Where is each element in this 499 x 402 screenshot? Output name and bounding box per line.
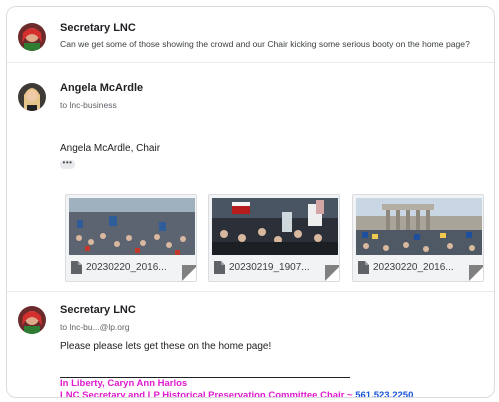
message-body: Please please lets get these on the home…	[60, 341, 272, 352]
sender-name: Angela McArdle	[60, 82, 144, 94]
signature-line: Angela McArdle, Chair	[60, 143, 161, 154]
attachment-card[interactable]: 20230219_1907...	[208, 194, 340, 282]
attachment-preview-image	[69, 198, 195, 255]
avatar-secretary[interactable]	[18, 23, 46, 51]
attachment-filename: 20230220_2016...	[373, 262, 454, 273]
message-snippet: Can we get some of those showing the cro…	[60, 39, 470, 49]
sender-name: Secretary LNC	[60, 22, 136, 34]
attachment-filename: 20230219_1907...	[229, 262, 310, 273]
recipients-dropdown[interactable]: to lnc-bu...@lp.org	[60, 322, 130, 332]
image-file-icon	[71, 261, 82, 274]
recipients-dropdown[interactable]: to lnc-business	[60, 100, 117, 110]
avatar-angela[interactable]	[18, 83, 46, 111]
show-trimmed-content-button[interactable]: •••	[60, 159, 75, 169]
image-file-icon	[358, 261, 369, 274]
page-fold-corner	[469, 265, 483, 281]
attachment-card[interactable]: 20230220_2016...	[352, 194, 484, 282]
signature-line-1: In Liberty, Caryn Ann Harlos	[60, 378, 188, 389]
attachment-footer: 20230220_2016...	[353, 255, 483, 281]
sender-name: Secretary LNC	[60, 304, 136, 316]
signature-title: LNC Secretary and LP Historical Preserva…	[60, 390, 356, 398]
page-fold-corner	[182, 265, 196, 281]
attachment-preview-image	[212, 198, 338, 255]
signature-line-2: LNC Secretary and LP Historical Preserva…	[60, 390, 413, 398]
attachment-preview-image	[356, 198, 482, 255]
email-thread: Secretary LNC Can we get some of those s…	[6, 6, 495, 398]
page-fold-corner	[325, 265, 339, 281]
signature-phone-link[interactable]: 561.523.2250	[355, 390, 413, 397]
attachment-footer: 20230220_2016...	[66, 255, 196, 281]
image-file-icon	[214, 261, 225, 274]
avatar-secretary[interactable]	[18, 306, 46, 334]
attachment-footer: 20230219_1907...	[209, 255, 339, 281]
message-divider	[7, 291, 494, 292]
message-divider	[7, 62, 494, 63]
attachment-filename: 20230220_2016...	[86, 262, 167, 273]
attachment-card[interactable]: 20230220_2016...	[65, 194, 197, 282]
